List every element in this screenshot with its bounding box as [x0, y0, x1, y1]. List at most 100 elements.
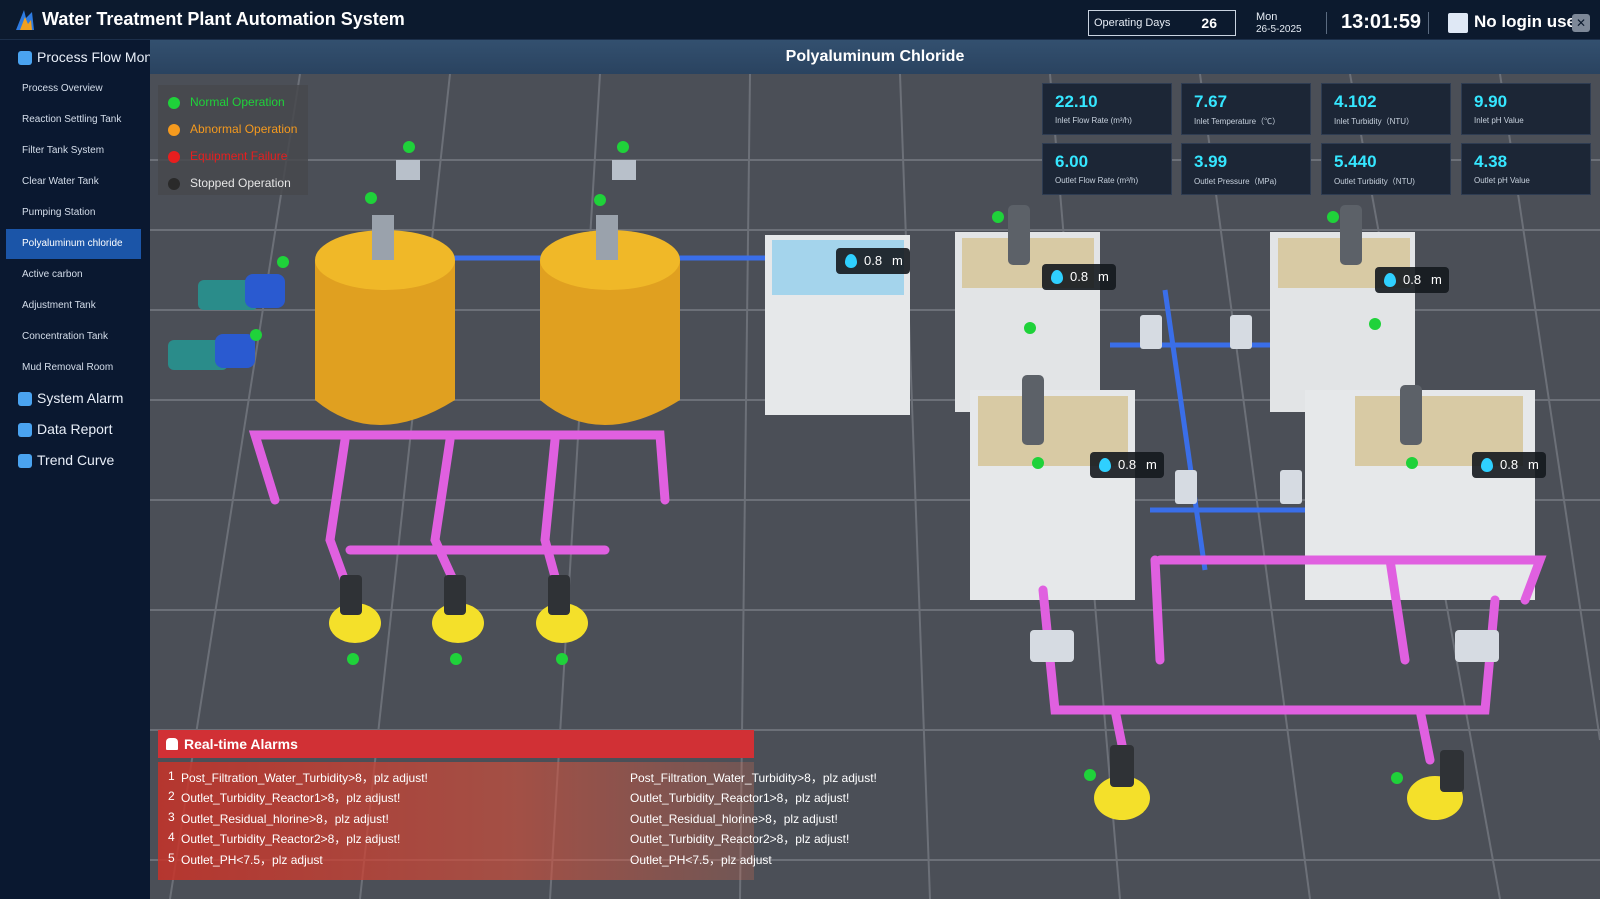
water-drop-icon [1099, 458, 1111, 472]
metric-label: Outlet Flow Rate (m³/h) [1055, 176, 1139, 185]
sidebar-group-label: Data Report [37, 421, 113, 437]
metric-label: Outlet pH Value [1474, 176, 1530, 185]
sidebar-group-label: Process Flow Mon [37, 49, 150, 65]
sidebar-group-data-report[interactable]: Data Report [0, 417, 150, 443]
sidebar-group-trend-curve[interactable]: Trend Curve [0, 448, 150, 474]
page-title: Polyaluminum Chloride [150, 40, 1600, 74]
valve-actuator[interactable] [1455, 630, 1499, 662]
user-icon[interactable] [1448, 13, 1468, 33]
metric-value: 3.99 [1194, 152, 1228, 171]
level-value: 0.8 [1403, 272, 1422, 287]
metric-label: Inlet Turbidity（NTU） [1334, 117, 1415, 126]
realtime-alarms-panel: Real-time Alarms 1 Post_Filtration_Water… [158, 730, 877, 880]
app-title: Water Treatment Plant Automation System [42, 9, 405, 29]
alarm-item[interactable]: 5 Outlet_PH<7.5，plz adjust Outlet_PH<7.5… [168, 849, 1368, 869]
sidebar-item-label: Mud Removal Room [22, 362, 114, 373]
sidebar-item-label: Polyaluminum chloride [22, 238, 123, 249]
metric-inlet-ph: 9.90 Inlet pH Value [1461, 83, 1591, 135]
status-legend: Normal Operation Abnormal Operation Equi… [158, 85, 308, 195]
alarm-item[interactable]: 2 Outlet_Turbidity_Reactor1>8，plz adjust… [168, 787, 1368, 807]
metric-label: Inlet pH Value [1474, 116, 1524, 125]
valve-actuator[interactable] [1175, 470, 1197, 504]
metric-inlet-flow-rate: 22.10 Inlet Flow Rate (m³/h) [1042, 83, 1172, 135]
feed-pump[interactable] [168, 334, 255, 370]
valve-actuator[interactable] [1140, 315, 1162, 349]
sidebar-group-process-flow[interactable]: Process Flow Mon [0, 45, 150, 71]
operating-days-label: Operating Days [1094, 17, 1171, 29]
level-value: 0.8 [864, 253, 883, 268]
alarm-number: 5 [168, 851, 175, 865]
sidebar-item-filter-tank-system[interactable]: Filter Tank System [6, 136, 141, 166]
alarm-item[interactable]: 3 Outlet_Residual_hlorine>8，plz adjust! … [168, 808, 1368, 828]
metric-value: 7.67 [1194, 92, 1228, 111]
sidebar-item-label: Active carbon [22, 269, 83, 280]
metric-inlet-temperature: 7.67 Inlet Temperature（℃） [1181, 83, 1311, 135]
alarm-item[interactable]: 4 Outlet_Turbidity_Reactor2>8，plz adjust… [168, 828, 1368, 848]
tank-level-readout: 0.8 m [1472, 452, 1546, 478]
tank-level-readout: 0.8 m [1042, 264, 1116, 290]
metric-value: 4.38 [1474, 152, 1508, 171]
legend-dot [168, 97, 180, 109]
flame-logo-icon [16, 10, 34, 30]
operating-days-value: 26 [1201, 15, 1217, 31]
storage-tank[interactable] [315, 215, 455, 425]
alarm-text: Post_Filtration_Water_Turbidity>8，plz ad… [181, 771, 428, 785]
metric-label: Outlet Pressure（MPa) [1194, 177, 1277, 186]
metric-value: 5.440 [1334, 152, 1377, 171]
alarm-text-scroll: Outlet_Residual_hlorine>8，plz adjust! [630, 812, 838, 826]
alarm-text: Outlet_Turbidity_Reactor2>8，plz adjust! [181, 832, 401, 846]
legend-dot [168, 178, 180, 190]
valve-actuator[interactable] [1030, 630, 1074, 662]
metric-value: 9.90 [1474, 92, 1508, 111]
sidebar-item-clear-water-tank[interactable]: Clear Water Tank [6, 167, 141, 197]
alarm-text: Outlet_Turbidity_Reactor1>8，plz adjust! [181, 791, 401, 805]
metric-value: 22.10 [1055, 92, 1098, 111]
sidebar-item-concentration-tank[interactable]: Concentration Tank [6, 322, 141, 352]
metric-value: 4.102 [1334, 92, 1377, 111]
valve-actuator[interactable] [1280, 470, 1302, 504]
chart-icon [18, 454, 32, 468]
process-icon [18, 51, 32, 65]
sidebar-item-process-overview[interactable]: Process Overview [6, 74, 141, 104]
metric-outlet-ph: 4.38 Outlet pH Value [1461, 143, 1591, 195]
level-unit: m [1098, 269, 1109, 284]
sidebar: Process Flow Mon Process Overview Reacti… [0, 40, 150, 899]
sidebar-item-active-carbon[interactable]: Active carbon [6, 260, 141, 290]
water-drop-icon [1481, 458, 1493, 472]
close-icon[interactable]: ✕ [1572, 14, 1590, 32]
alarm-text-scroll: Post_Filtration_Water_Turbidity>8，plz ad… [630, 771, 877, 785]
water-drop-icon [1384, 273, 1396, 287]
alarm-item[interactable]: 1 Post_Filtration_Water_Turbidity>8，plz … [168, 767, 1368, 787]
metric-inlet-turbidity: 4.102 Inlet Turbidity（NTU） [1321, 83, 1451, 135]
weekday: Mon [1256, 11, 1278, 23]
level-unit: m [1431, 272, 1442, 287]
sidebar-item-label: Clear Water Tank [22, 176, 99, 187]
reaction-tank[interactable] [970, 390, 1135, 600]
alarm-text: Outlet_Residual_hlorine>8，plz adjust! [181, 812, 389, 826]
metric-label: Inlet Temperature（℃） [1194, 117, 1281, 126]
valve-actuator[interactable] [1230, 315, 1252, 349]
tank-level-readout: 0.8 m [1090, 452, 1164, 478]
legend-label: Abnormal Operation [190, 122, 298, 136]
sidebar-item-pumping-station[interactable]: Pumping Station [6, 198, 141, 228]
alarm-number: 3 [168, 810, 175, 824]
sidebar-group-label: Trend Curve [37, 452, 115, 468]
sidebar-item-label: Concentration Tank [22, 331, 108, 342]
alarm-bell-icon [166, 738, 178, 750]
legend-dot [168, 124, 180, 136]
level-unit: m [1528, 457, 1539, 472]
sidebar-item-reaction-settling-tank[interactable]: Reaction Settling Tank [6, 105, 141, 135]
sidebar-item-polyaluminum-chloride[interactable]: Polyaluminum chloride [6, 229, 141, 259]
metric-label: Inlet Flow Rate (m³/h) [1055, 116, 1132, 125]
tank-level-readout: 0.8 m [1375, 267, 1449, 293]
sidebar-item-adjustment-tank[interactable]: Adjustment Tank [6, 291, 141, 321]
sidebar-item-label: Adjustment Tank [22, 300, 96, 311]
feed-pump[interactable] [198, 274, 285, 310]
sidebar-group-system-alarm[interactable]: System Alarm [0, 386, 150, 412]
level-unit: m [1146, 457, 1157, 472]
storage-tank[interactable] [540, 215, 680, 425]
sidebar-item-mud-removal-room[interactable]: Mud Removal Room [6, 353, 141, 383]
login-user[interactable]: No login user [1474, 12, 1583, 32]
alarm-number: 2 [168, 789, 175, 803]
level-value: 0.8 [1500, 457, 1519, 472]
